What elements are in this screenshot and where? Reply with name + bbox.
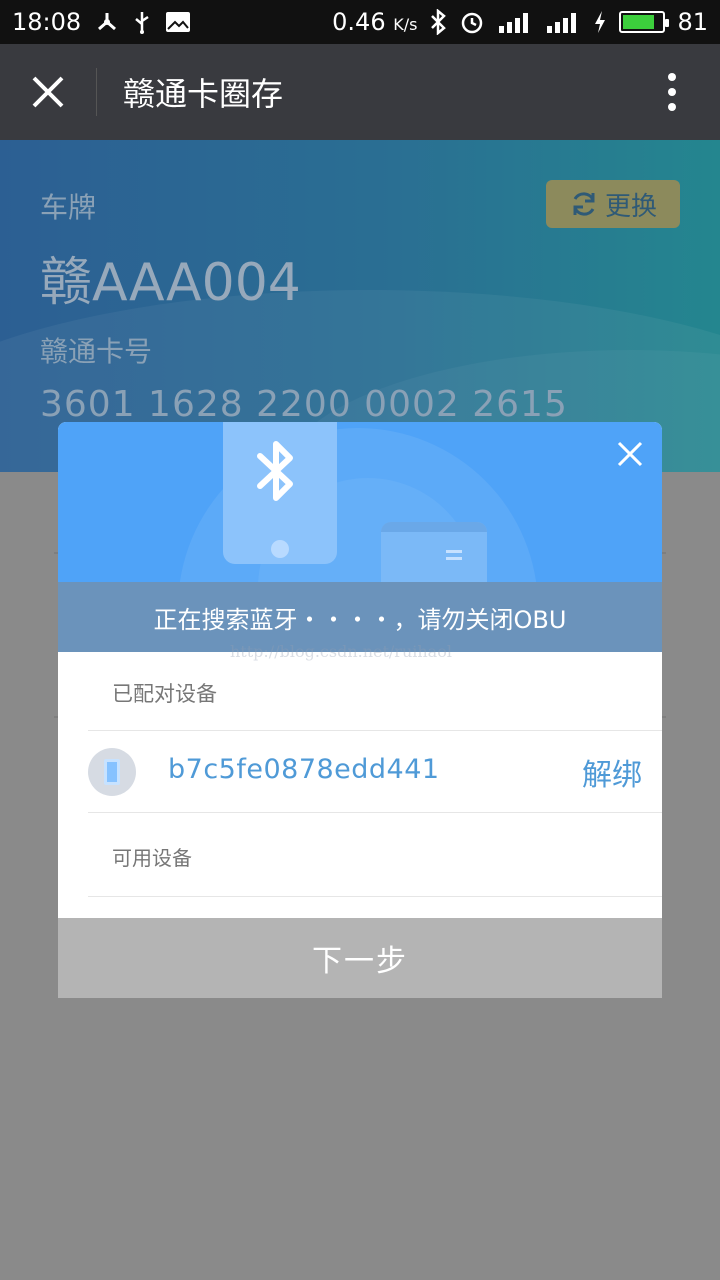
refresh-icon	[573, 192, 595, 216]
more-button[interactable]	[624, 44, 720, 140]
available-devices-label: 可用设备	[112, 846, 192, 870]
bluetooth-icon	[257, 441, 293, 501]
card-number-label: 赣通卡号	[40, 335, 153, 368]
change-button-label: 更换	[604, 191, 657, 222]
close-icon	[32, 76, 64, 108]
watermark: http://blog.csdn.net/ruihaol	[230, 642, 452, 661]
page-title: 赣通卡圈存	[123, 75, 284, 113]
device-icon	[88, 748, 136, 796]
card-number: 3601 1628 2200 0002 2615	[40, 384, 568, 425]
dialog-close-button[interactable]	[610, 434, 650, 474]
plate-label: 车牌	[40, 191, 97, 224]
plate-number: 赣AAA004	[40, 253, 301, 313]
divider	[88, 896, 662, 897]
alarm-icon	[459, 9, 485, 35]
device-name: b7c5fe0878edd441	[168, 754, 440, 785]
status-time: 18:08	[12, 8, 82, 36]
battery-level: 81	[677, 8, 708, 36]
status-bar: 18:08 0.46 K/s 81	[0, 0, 720, 44]
change-plate-button[interactable]: 更换	[546, 180, 680, 228]
paired-devices-label: 已配对设备	[112, 682, 217, 706]
bluetooth-icon	[429, 9, 447, 35]
divider	[88, 730, 662, 731]
close-icon	[617, 441, 643, 467]
share-icon	[95, 10, 119, 34]
signal-icon	[545, 10, 581, 34]
image-icon	[165, 11, 191, 33]
signal-4g-icon	[497, 10, 533, 34]
app-bar-divider	[96, 68, 97, 116]
unbind-button[interactable]: 解绑	[582, 750, 642, 794]
close-button[interactable]	[0, 44, 96, 140]
next-step-button[interactable]: 下一步	[58, 918, 662, 998]
net-unit: K/s	[393, 15, 418, 34]
dialog-illustration: 正在搜索蓝牙・・・・，请勿关闭OBU	[58, 422, 662, 652]
charging-icon	[593, 10, 607, 34]
net-speed: 0.46	[332, 8, 386, 36]
paired-device-row[interactable]: b7c5fe0878edd441 解绑	[58, 732, 662, 812]
bluetooth-dialog: 正在搜索蓝牙・・・・，请勿关闭OBU 已配对设备 b7c5fe0878edd44…	[58, 422, 662, 998]
battery-icon	[619, 11, 670, 33]
app-bar: 赣通卡圈存	[0, 44, 720, 140]
divider	[88, 812, 662, 813]
more-vertical-icon	[668, 73, 676, 111]
usb-icon	[133, 10, 151, 34]
